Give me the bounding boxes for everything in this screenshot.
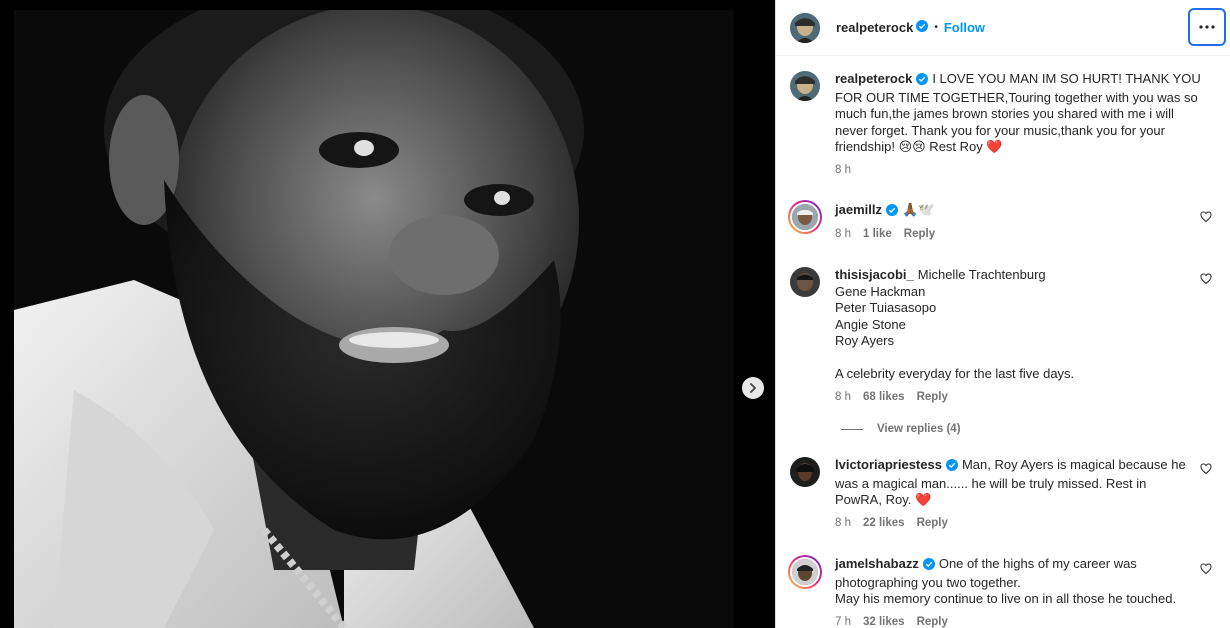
- comment-item: jamelshabazz One of the highs of my caree…: [788, 555, 1216, 628]
- comment-text: Michelle Trachtenburg Gene Hackman Peter…: [835, 267, 1075, 381]
- heart-icon[interactable]: [1200, 211, 1212, 223]
- comment-time: 8 h: [835, 516, 851, 529]
- heart-icon[interactable]: [1200, 273, 1212, 285]
- chevron-right-icon: [750, 383, 757, 393]
- next-image-button[interactable]: [742, 377, 764, 399]
- comment-username[interactable]: jamelshabazz: [835, 556, 919, 571]
- author-username[interactable]: realpeterock: [836, 20, 913, 35]
- comment-item: jaemillz 🙏🏾🕊️ 8 h 1 like Reply: [788, 200, 1216, 243]
- comment-likes[interactable]: 22 likes: [863, 515, 905, 532]
- reply-button[interactable]: Reply: [904, 226, 935, 243]
- commenter-avatar[interactable]: [790, 457, 820, 487]
- comment-likes[interactable]: 68 likes: [863, 389, 905, 406]
- verified-badge-icon: [916, 20, 929, 35]
- heart-icon[interactable]: [1200, 563, 1212, 575]
- verified-badge-icon: [885, 204, 898, 221]
- commenter-avatar: [790, 557, 820, 587]
- post-details-panel: realpeterock • Follow realpeterock I LOVE…: [775, 0, 1230, 628]
- caption-time: 8 h: [835, 163, 851, 176]
- reply-button[interactable]: Reply: [917, 614, 948, 628]
- comments-list: realpeterock I LOVE YOU MAN IM SO HURT! T…: [776, 71, 1230, 628]
- verified-badge-icon: [922, 558, 935, 575]
- post-caption: realpeterock I LOVE YOU MAN IM SO HURT! T…: [790, 71, 1216, 178]
- comment-username[interactable]: thisisjacobi_: [835, 267, 914, 282]
- heart-icon[interactable]: [1200, 463, 1212, 475]
- instagram-post-view: realpeterock • Follow realpeterock I LOVE…: [0, 0, 1230, 628]
- reply-button[interactable]: Reply: [917, 389, 948, 406]
- follow-button[interactable]: Follow: [944, 20, 985, 35]
- comment-item: lvictoriapriestess Man, Roy Ayers is magi…: [790, 457, 1216, 531]
- story-ring[interactable]: [788, 200, 822, 234]
- more-horizontal-icon: [1199, 25, 1215, 29]
- view-replies-label: View replies (4): [877, 423, 961, 435]
- commenter-avatar[interactable]: [790, 267, 820, 297]
- author-avatar[interactable]: [790, 12, 820, 43]
- more-options-button[interactable]: [1188, 8, 1226, 46]
- divider-line: [841, 428, 863, 430]
- view-replies-button[interactable]: View replies (4): [841, 423, 1216, 435]
- post-photo: [14, 10, 734, 628]
- comment-username[interactable]: jaemillz: [835, 202, 882, 217]
- comment-time: 8 h: [835, 227, 851, 240]
- portrait-image: [14, 10, 734, 628]
- comment-time: 7 h: [835, 615, 851, 628]
- post-header: realpeterock • Follow: [776, 0, 1230, 56]
- separator-dot: •: [934, 22, 938, 33]
- comment-username[interactable]: lvictoriapriestess: [835, 457, 942, 472]
- story-ring[interactable]: [788, 555, 822, 589]
- comment-text: 🙏🏾🕊️: [901, 202, 935, 217]
- verified-badge-icon: [916, 73, 929, 90]
- comment-time: 8 h: [835, 390, 851, 403]
- comment-item: thisisjacobi_ Michelle Trachtenburg Gene …: [790, 267, 1216, 405]
- reply-button[interactable]: Reply: [917, 515, 948, 532]
- comment-likes[interactable]: 1 like: [863, 226, 892, 243]
- comment-likes[interactable]: 32 likes: [863, 614, 905, 628]
- caption-username[interactable]: realpeterock: [835, 71, 912, 86]
- verified-badge-icon: [945, 459, 958, 476]
- commenter-avatar: [790, 202, 820, 232]
- post-media-area: [0, 0, 775, 628]
- author-avatar[interactable]: [790, 71, 820, 101]
